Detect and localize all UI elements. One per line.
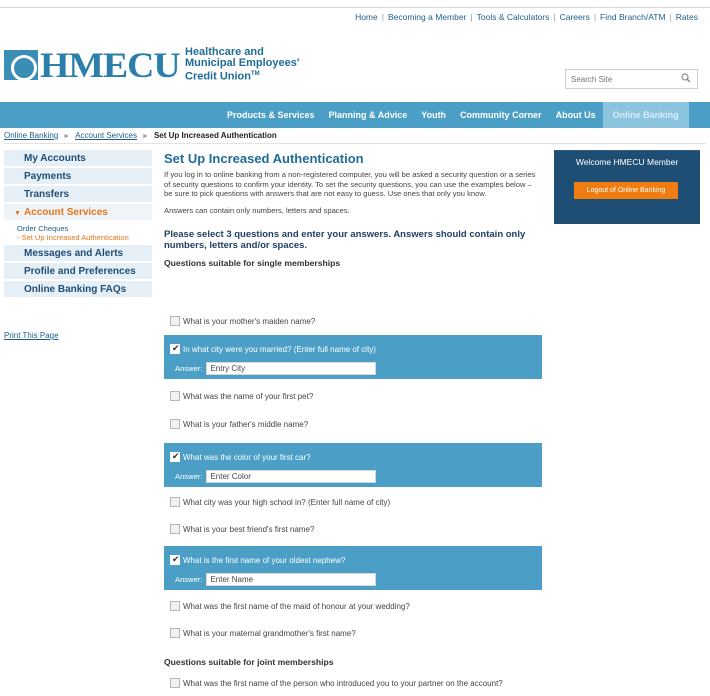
sidebar-item-account-services[interactable]: ▼ Account Services bbox=[4, 204, 152, 222]
question-checkbox[interactable] bbox=[170, 601, 180, 611]
question-label: What was the name of your first pet? bbox=[183, 391, 314, 401]
hmecu-logo[interactable]: HMECU Healthcare and Municipal Employees… bbox=[4, 45, 300, 85]
util-link-careers[interactable]: Careers bbox=[560, 12, 590, 22]
logo-subtitle: Healthcare and Municipal Employees' Cred… bbox=[185, 46, 300, 83]
question-label: In what city were you married? (Enter fu… bbox=[183, 344, 376, 354]
question-label: What was the first name of the maid of h… bbox=[183, 601, 410, 611]
sidebar-item-my-accounts[interactable]: My Accounts bbox=[4, 150, 152, 168]
question-item-selected: In what city were you married? (Enter fu… bbox=[164, 335, 542, 379]
sidebar-item-transfers[interactable]: Transfers bbox=[4, 186, 152, 204]
main-nav: Products & Services Planning & Advice Yo… bbox=[0, 102, 710, 128]
question-item: What is your best friend's first name? bbox=[164, 516, 542, 542]
intro-text: If you log in to online banking from a n… bbox=[164, 170, 536, 199]
question-label: What is your mother's maiden name? bbox=[183, 316, 316, 326]
sidebar-item-profile-preferences[interactable]: Profile and Preferences bbox=[4, 263, 152, 281]
nav-community-corner[interactable]: Community Corner bbox=[453, 102, 549, 128]
question-checkbox-checked[interactable] bbox=[170, 554, 180, 565]
breadcrumb-arrow-icon: ► bbox=[63, 133, 71, 140]
search-box bbox=[565, 69, 698, 89]
answer-label: Answer: bbox=[175, 471, 203, 481]
question-label: What was the color of your first car? bbox=[183, 452, 311, 462]
breadcrumb: Online Banking ► Account Services ► Set Up I… bbox=[4, 131, 277, 140]
sidebar-item-payments[interactable]: Payments bbox=[4, 168, 152, 186]
answer-input[interactable]: Entry City bbox=[206, 361, 377, 375]
nav-products-services[interactable]: Products & Services bbox=[220, 102, 322, 128]
breadcrumb-arrow-icon: ► bbox=[142, 133, 149, 140]
util-link-find-branch[interactable]: Find Branch/ATM bbox=[600, 12, 666, 22]
welcome-box: Welcome HMECU Member Logout of Online Ba… bbox=[554, 150, 700, 224]
print-page-link[interactable]: Print This Page bbox=[4, 331, 59, 340]
answer-input[interactable]: Enter Color bbox=[206, 469, 377, 483]
chevron-down-icon: ▼ bbox=[14, 210, 21, 217]
question-checkbox[interactable] bbox=[170, 316, 180, 326]
answer-rule-text: Answers can contain only numbers, letter… bbox=[164, 205, 350, 215]
question-checkbox-checked[interactable] bbox=[170, 451, 180, 462]
question-checkbox-checked[interactable] bbox=[170, 343, 180, 354]
logout-button[interactable]: Logout of Online Banking bbox=[574, 182, 678, 199]
answer-label: Answer: bbox=[175, 363, 203, 373]
util-link-rates[interactable]: Rates bbox=[676, 12, 698, 22]
question-checkbox[interactable] bbox=[170, 497, 180, 507]
question-label: What city was your high school in? (Ente… bbox=[183, 497, 391, 507]
question-label: What is the first name of your oldest ne… bbox=[183, 555, 346, 565]
section-joint-heading: Questions suitable for joint memberships bbox=[164, 657, 334, 667]
nav-online-banking[interactable]: Online Banking bbox=[602, 102, 689, 128]
question-item: What is your mother's maiden name? bbox=[164, 308, 542, 334]
main-content: Set Up Increased Authentication If you l… bbox=[164, 150, 542, 268]
top-divider bbox=[0, 0, 710, 8]
nav-planning-advice[interactable]: Planning & Advice bbox=[322, 102, 415, 128]
util-link-becoming-member[interactable]: Becoming a Member bbox=[388, 12, 466, 22]
question-item-selected: What was the color of your first car? An… bbox=[164, 443, 542, 487]
question-label: What was the first name of the person wh… bbox=[183, 678, 503, 688]
search-input[interactable] bbox=[566, 70, 676, 88]
question-item: What was the first name of the person wh… bbox=[164, 672, 704, 694]
util-link-tools[interactable]: Tools & Calculators bbox=[477, 12, 550, 22]
utility-nav: Home | Becoming a Member | Tools & Calculato… bbox=[355, 12, 698, 22]
search-icon[interactable] bbox=[681, 73, 691, 83]
nav-youth[interactable]: Youth bbox=[414, 102, 453, 128]
breadcrumb-online-banking[interactable]: Online Banking bbox=[4, 131, 58, 140]
question-label: What is your maternal grandmother's firs… bbox=[183, 628, 356, 638]
question-item: What is your father's middle name? bbox=[164, 411, 542, 437]
page-title: Set Up Increased Authentication bbox=[164, 151, 364, 166]
question-label: What is your father's middle name? bbox=[183, 419, 309, 429]
util-link-home[interactable]: Home bbox=[355, 12, 378, 22]
nav-about-us[interactable]: About Us bbox=[549, 102, 603, 128]
section-single-heading: Questions suitable for single membership… bbox=[164, 257, 341, 268]
breadcrumb-account-services[interactable]: Account Services bbox=[75, 131, 137, 140]
answer-label: Answer: bbox=[175, 574, 203, 584]
question-label: What is your best friend's first name? bbox=[183, 524, 315, 534]
question-checkbox[interactable] bbox=[170, 419, 180, 429]
sidebar-subitem-order-cheques[interactable]: Order Cheques bbox=[4, 224, 152, 233]
question-checkbox[interactable] bbox=[170, 678, 180, 688]
welcome-text: Welcome HMECU Member bbox=[575, 157, 679, 167]
logo-wordmark: HMECU bbox=[40, 45, 181, 85]
question-checkbox[interactable] bbox=[170, 628, 180, 638]
instruction-text: Please select 3 questions and enter your… bbox=[164, 228, 526, 251]
sidebar-item-messages-alerts[interactable]: Messages and Alerts bbox=[4, 245, 152, 263]
question-item-selected: What is the first name of your oldest ne… bbox=[164, 546, 542, 590]
sidebar: My Accounts Payments Transfers ▼ Account … bbox=[4, 150, 152, 299]
breadcrumb-divider bbox=[4, 143, 706, 144]
question-checkbox[interactable] bbox=[170, 524, 180, 534]
sidebar-item-online-banking-faqs[interactable]: Online Banking FAQs bbox=[4, 281, 152, 299]
question-checkbox[interactable] bbox=[170, 391, 180, 401]
question-item: What city was your high school in? (Ente… bbox=[164, 489, 542, 515]
sidebar-subitem-increased-auth[interactable]: - Set Up Increased Authentication bbox=[4, 233, 152, 242]
question-item: What was the first name of the maid of h… bbox=[164, 593, 542, 619]
logo-mark-icon bbox=[4, 50, 38, 81]
question-item: What is your maternal grandmother's firs… bbox=[164, 620, 542, 646]
question-item: What was the name of your first pet? bbox=[164, 383, 542, 409]
breadcrumb-current: Set Up Increased Authentication bbox=[153, 131, 277, 140]
section-joint: Questions suitable for joint memberships bbox=[164, 657, 542, 667]
answer-input[interactable]: Enter Name bbox=[206, 572, 377, 586]
